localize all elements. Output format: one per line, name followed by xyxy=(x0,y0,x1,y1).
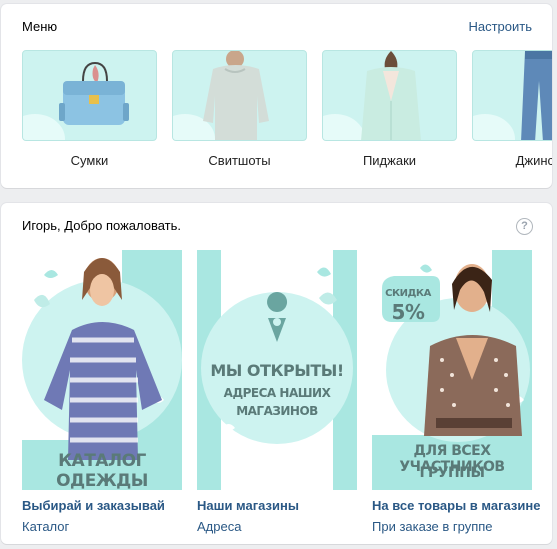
menu-item-jackets[interactable]: Пиджаки xyxy=(322,50,457,168)
settings-link[interactable]: Настроить xyxy=(468,19,532,34)
bag-image xyxy=(22,50,157,141)
promo-discount[interactable]: СКИДКА 5% ДЛЯ ВСЕХ УЧАСТНИКОВ ГРУППЫ На … xyxy=(372,250,540,534)
stores-banner-line3: МАГАЗИНОВ xyxy=(236,404,318,418)
menu-item-jeans[interactable]: Джинсы xyxy=(472,50,552,168)
menu-strip: Сумки Свитшоты Пиджаки Джинс xyxy=(22,50,552,180)
promo-stores[interactable]: МЫ ОТКРЫТЫ! АДРЕСА НАШИХ МАГАЗИНОВ Наши … xyxy=(197,250,357,534)
stores-banner-line1: МЫ ОТКРЫТЫ! xyxy=(210,361,344,380)
welcome-widget: Игорь, Добро пожаловать. ? КАТАЛОГ ОДЕЖД… xyxy=(1,203,552,544)
greeting-text: Игорь, Добро пожаловать. xyxy=(22,218,182,233)
catalog-banner-text: КАТАЛОГ ОДЕЖДЫ xyxy=(56,451,148,490)
discount-banner-line2: ГРУППЫ xyxy=(419,465,485,481)
promo-catalog[interactable]: КАТАЛОГ ОДЕЖДЫ Выбирай и заказывай Катал… xyxy=(22,250,182,534)
menu-item-sweatshirts[interactable]: Свитшоты xyxy=(172,50,307,168)
promo-subtitle: При заказе в группе xyxy=(372,519,493,534)
stores-banner: МЫ ОТКРЫТЫ! АДРЕСА НАШИХ МАГАЗИНОВ xyxy=(197,250,357,490)
menu-title: Меню xyxy=(22,19,58,34)
menu-item-label: Пиджаки xyxy=(362,153,417,168)
promo-caption[interactable]: Наши магазины xyxy=(197,498,357,513)
menu-item-label: Сумки xyxy=(70,153,109,168)
promo-subtitle: Адреса xyxy=(197,519,242,534)
jeans-image xyxy=(472,50,552,141)
menu-item-label: Джинсы xyxy=(515,153,552,168)
menu-item-label: Свитшоты xyxy=(208,153,271,168)
menu-item-bags[interactable]: Сумки xyxy=(22,50,157,168)
jacket-image xyxy=(322,50,457,141)
menu-card: Меню Настроить Сумки Свитшоты Пиджаки Дж… xyxy=(1,4,552,188)
catalog-banner: КАТАЛОГ ОДЕЖДЫ xyxy=(22,250,182,490)
promo-caption[interactable]: На все товары в магазине xyxy=(372,498,540,513)
sweatshirt-image xyxy=(172,50,307,141)
stores-banner-line2: АДРЕСА НАШИХ xyxy=(223,386,331,400)
help-icon[interactable]: ? xyxy=(516,218,533,235)
promo-subtitle: Каталог xyxy=(22,519,70,534)
discount-badge-label: СКИДКА xyxy=(385,288,431,299)
discount-badge-value: 5% xyxy=(391,300,425,324)
promo-caption[interactable]: Выбирай и заказывай xyxy=(22,498,182,513)
discount-banner: СКИДКА 5% ДЛЯ ВСЕХ УЧАСТНИКОВ ГРУППЫ xyxy=(372,250,532,490)
